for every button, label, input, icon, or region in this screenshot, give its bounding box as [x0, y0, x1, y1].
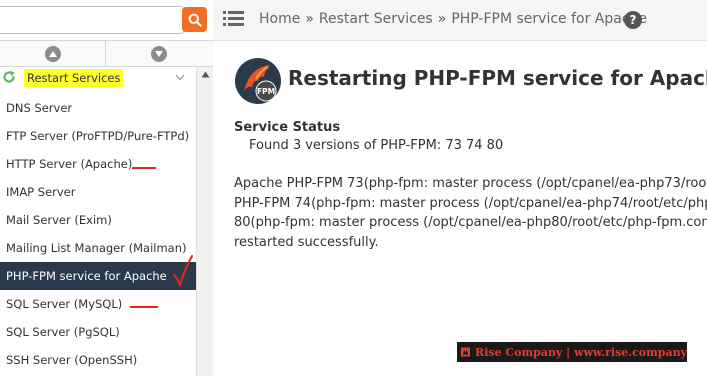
sidebar-item-imap-server[interactable]: IMAP Server — [0, 178, 196, 206]
sidebar-group-restart-services[interactable]: Restart Services — [0, 67, 196, 89]
chevron-down-icon[interactable] — [174, 71, 186, 83]
php-fpm-icon: FPM — [235, 58, 281, 104]
sidebar-item-ftp-server[interactable]: FTP Server (ProFTPD/Pure-FTPd) — [0, 122, 196, 150]
refresh-icon — [3, 70, 15, 83]
watermark-text: Rise Company | www.rise.company — [475, 345, 687, 359]
sidebar-scroll-controls — [0, 41, 213, 67]
breadcrumb: Home » Restart Services » PHP-FPM servic… — [259, 11, 647, 27]
result-line: restarted successfully. — [234, 234, 379, 250]
status-heading: Service Status — [234, 120, 341, 135]
watermark-logo-icon — [461, 347, 471, 357]
sidebar-item-dns-server[interactable]: DNS Server — [0, 94, 196, 122]
scrollbar-up-arrow-icon[interactable] — [201, 71, 210, 78]
annotation-dash-mysql — [130, 306, 158, 308]
annotation-checkmark-icon — [173, 255, 193, 287]
top-bar: Home » Restart Services » PHP-FPM servic… — [213, 0, 707, 41]
chevron-up-circle-icon — [44, 45, 61, 62]
page-icon-badge: FPM — [257, 87, 275, 96]
hamburger-menu-icon[interactable] — [223, 10, 244, 27]
result-line: Apache PHP-FPM 73(php-fpm: master proces… — [234, 176, 707, 191]
page-title: Restarting PHP-FPM service for Apache — [288, 66, 707, 90]
search-input[interactable] — [0, 6, 184, 34]
help-icon[interactable]: ? — [624, 11, 642, 29]
breadcrumb-current: PHP-FPM service for Apache — [451, 11, 648, 27]
sidebar-item-http-server[interactable]: HTTP Server (Apache) — [0, 150, 196, 178]
search-button[interactable] — [182, 7, 207, 32]
sidebar-item-php-fpm[interactable]: PHP-FPM service for Apache — [0, 262, 196, 290]
result-line: 80(php-fpm: master process (/opt/cpanel/… — [234, 215, 707, 230]
scroll-up-button[interactable] — [0, 41, 106, 66]
breadcrumb-separator: » — [305, 11, 314, 27]
watermark: Rise Company | www.rise.company — [457, 342, 687, 362]
chevron-down-circle-icon — [151, 45, 167, 62]
breadcrumb-separator: » — [437, 11, 447, 27]
search-icon — [188, 13, 202, 27]
sidebar-item-mail-server[interactable]: Mail Server (Exim) — [0, 206, 196, 234]
status-detail: Found 3 versions of PHP-FPM: 73 74 80 — [249, 138, 504, 153]
sidebar-item-sql-pgsql[interactable]: SQL Server (PgSQL) — [0, 318, 196, 346]
main-content: FPM Restarting PHP-FPM service for Apach… — [213, 41, 707, 376]
service-list: DNS Server FTP Server (ProFTPD/Pure-FTPd… — [0, 94, 196, 374]
sidebar-item-mailing-list-manager[interactable]: Mailing List Manager (Mailman) — [0, 234, 196, 262]
search-bar — [0, 0, 213, 41]
breadcrumb-section[interactable]: Restart Services — [319, 11, 433, 27]
breadcrumb-home[interactable]: Home — [259, 11, 300, 27]
whm-app: Restart Services DNS Server FTP Server (… — [0, 0, 707, 376]
annotation-dash-http — [132, 167, 156, 169]
sidebar-item-sql-mysql[interactable]: SQL Server (MySQL) — [0, 290, 196, 318]
sidebar-item-ssh-server[interactable]: SSH Server (OpenSSH) — [0, 346, 196, 374]
scroll-down-button[interactable] — [106, 41, 212, 66]
sidebar-scrollbar[interactable] — [196, 67, 213, 376]
restart-result: Apache PHP-FPM 73(php-fpm: master proces… — [234, 174, 707, 252]
sidebar-group-label: Restart Services — [24, 69, 124, 87]
result-line: PHP-FPM 74(php-fpm: master process (/opt… — [234, 195, 707, 211]
sidebar: Restart Services DNS Server FTP Server (… — [0, 0, 213, 376]
